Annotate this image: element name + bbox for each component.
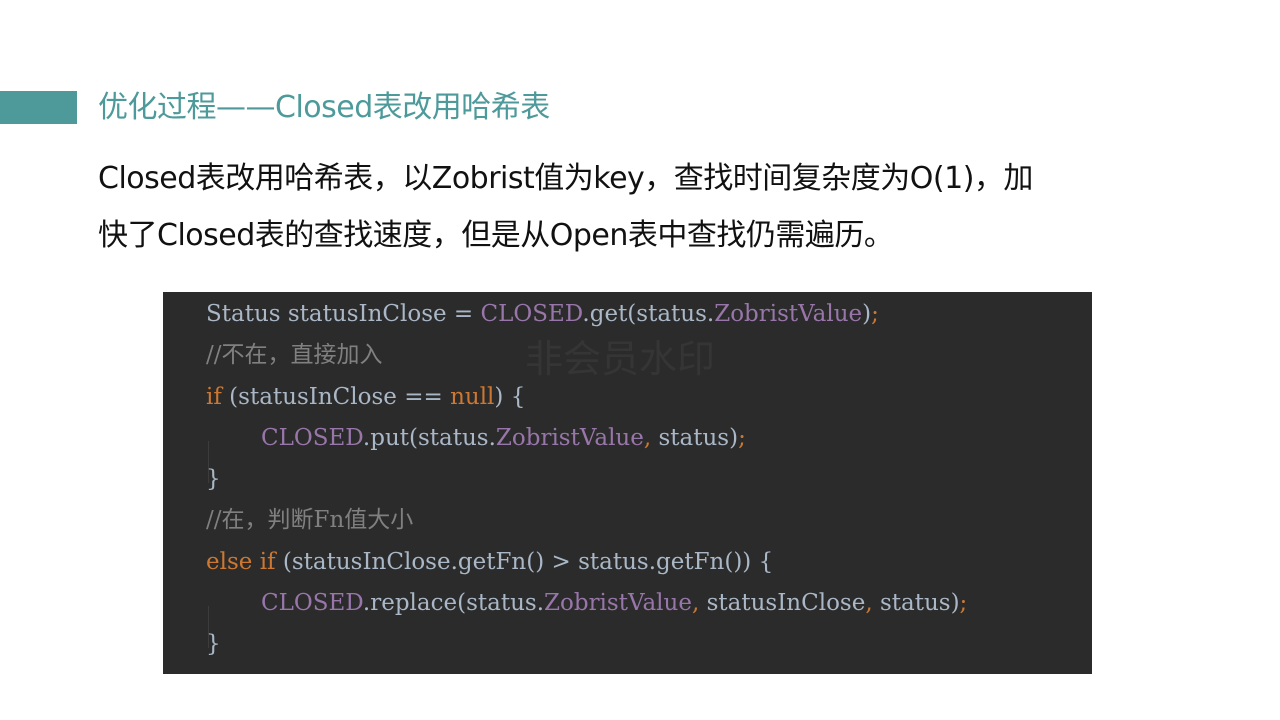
code-token-plain: statusInClose [706,590,866,616]
code-token-plain: status) [658,425,739,451]
code-token-field: CLOSED [480,301,583,327]
code-token-plain: ) [862,301,872,327]
code-token-field: CLOSED [261,425,363,451]
code-screenshot: 非会员水印 Status statusInClose = CLOSED.get(… [163,292,1092,674]
code-token-plain: Status statusInClose = [206,301,481,327]
code-token-plain: (statusInClose.getFn() > status.getFn())… [275,549,774,575]
code-token-plain: } [206,466,221,492]
code-token-field: ZobristValue [544,590,692,616]
code-token-kw: , [643,425,659,451]
code-line: CLOSED.replace(status.ZobristValue, stat… [206,583,968,648]
code-token-plain: ) { [494,384,526,410]
code-line: } [206,624,221,665]
code-token-kw: if [206,384,222,410]
body-line-2: 快了Closed表的查找速度，但是从Open表中查找仍需遍历。 [98,218,894,253]
watermark-text: 非会员水印 [525,337,716,381]
code-line: else if (statusInClose.getFn() > status.… [206,542,773,583]
code-token-kw: null [450,384,495,410]
code-line: //不在，直接加入 [206,335,383,376]
slide-title: 优化过程——Closed表改用哈希表 [98,90,550,125]
code-line: } [206,459,221,500]
code-token-kw: else if [206,549,276,575]
code-token-plain: } [206,631,221,657]
code-line: //在，判断Fn值大小 [206,500,413,541]
code-line: CLOSED.put(status.ZobristValue, status); [206,418,746,483]
code-token-comment: //不在，直接加入 [206,342,383,368]
code-token-plain: .get(status. [582,301,715,327]
code-token-kw: ; [871,301,879,327]
code-line: Status statusInClose = CLOSED.get(status… [206,294,879,335]
code-token-comment: //在，判断Fn值大小 [206,507,414,533]
code-token-kw: , [691,590,707,616]
code-token-field: CLOSED [261,590,363,616]
code-token-kw: ; [738,425,746,451]
code-token-kw: ; [959,590,968,616]
code-token-plain: (statusInClose == [221,384,451,410]
body-line-1: Closed表改用哈希表，以Zobrist值为key，查找时间复杂度为O(1)，… [98,161,1033,196]
code-token-field: ZobristValue [714,301,863,327]
code-token-kw: , [865,590,880,616]
code-line: if (statusInClose == null) { [206,377,525,418]
code-token-field: ZobristValue [495,425,644,451]
code-token-plain: status) [879,590,960,616]
title-accent-bar [0,91,77,124]
code-token-plain: .put(status. [362,425,496,451]
code-token-plain: .replace(status. [362,590,545,616]
body-paragraph: Closed表改用哈希表，以Zobrist值为key，查找时间复杂度为O(1)，… [98,150,1218,264]
